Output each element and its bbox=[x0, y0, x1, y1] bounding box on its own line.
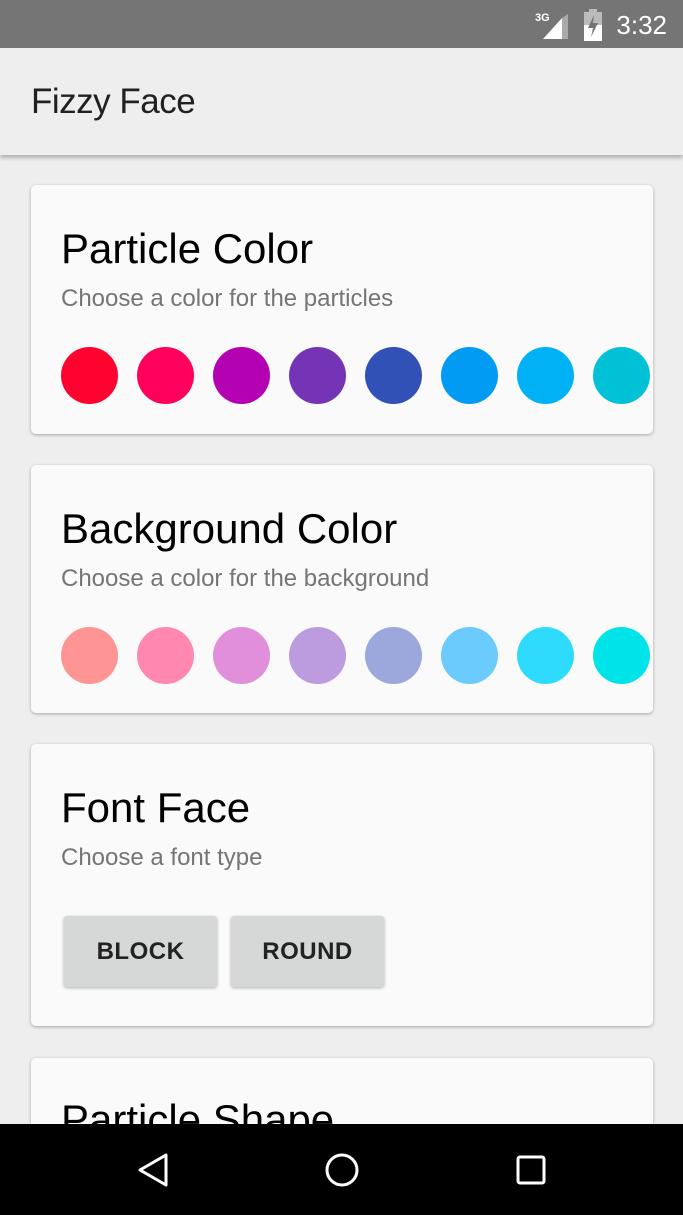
background-color-swatch-1[interactable] bbox=[61, 627, 118, 684]
section-title: Particle Color bbox=[61, 225, 314, 272]
background-color-card: Background Color Choose a color for the … bbox=[31, 465, 653, 713]
background-color-swatch-8[interactable] bbox=[593, 627, 650, 684]
app-title: Fizzy Face bbox=[31, 82, 196, 121]
signal-3g-icon: 3G bbox=[535, 12, 568, 39]
particle-color-swatch-4[interactable] bbox=[289, 347, 346, 404]
status-bar: 3G 3:32 bbox=[0, 0, 683, 48]
section-title: Particle Shape bbox=[61, 1096, 335, 1124]
background-color-swatch-6[interactable] bbox=[441, 627, 498, 684]
particle-color-swatches[interactable] bbox=[61, 347, 653, 405]
clock: 3:32 bbox=[616, 10, 667, 40]
section-subtitle: Choose a font type bbox=[61, 844, 263, 871]
background-color-swatch-7[interactable] bbox=[517, 627, 574, 684]
font-face-card: Font Face Choose a font type BLOCK ROUND bbox=[31, 744, 653, 1026]
section-subtitle: Choose a color for the background bbox=[61, 565, 430, 592]
settings-scroll[interactable]: Particle Color Choose a color for the pa… bbox=[0, 155, 683, 1124]
background-color-swatches[interactable] bbox=[61, 627, 653, 685]
section-subtitle: Choose a color for the particles bbox=[61, 285, 394, 312]
round-font-button[interactable]: ROUND bbox=[231, 916, 384, 987]
battery-charging-icon bbox=[584, 9, 602, 41]
particle-color-swatch-8[interactable] bbox=[593, 347, 650, 404]
background-color-swatch-4[interactable] bbox=[289, 627, 346, 684]
svg-text:3G: 3G bbox=[535, 12, 550, 24]
navigation-bar bbox=[0, 1124, 683, 1215]
particle-shape-card: Particle Shape bbox=[31, 1058, 653, 1124]
home-icon[interactable] bbox=[324, 1152, 360, 1188]
particle-color-card: Particle Color Choose a color for the pa… bbox=[31, 185, 653, 434]
particle-color-swatch-1[interactable] bbox=[61, 347, 118, 404]
background-color-swatch-5[interactable] bbox=[365, 627, 422, 684]
back-icon[interactable] bbox=[136, 1152, 170, 1188]
section-title: Background Color bbox=[61, 505, 398, 552]
section-title: Font Face bbox=[61, 784, 251, 831]
particle-color-swatch-7[interactable] bbox=[517, 347, 574, 404]
background-color-swatch-3[interactable] bbox=[213, 627, 270, 684]
particle-color-swatch-3[interactable] bbox=[213, 347, 270, 404]
particle-color-swatch-2[interactable] bbox=[137, 347, 194, 404]
particle-color-swatch-6[interactable] bbox=[441, 347, 498, 404]
recents-icon[interactable] bbox=[515, 1152, 547, 1188]
particle-color-swatch-5[interactable] bbox=[365, 347, 422, 404]
app-bar: Fizzy Face bbox=[0, 48, 683, 155]
background-color-swatch-2[interactable] bbox=[137, 627, 194, 684]
block-font-button[interactable]: BLOCK bbox=[64, 916, 217, 987]
